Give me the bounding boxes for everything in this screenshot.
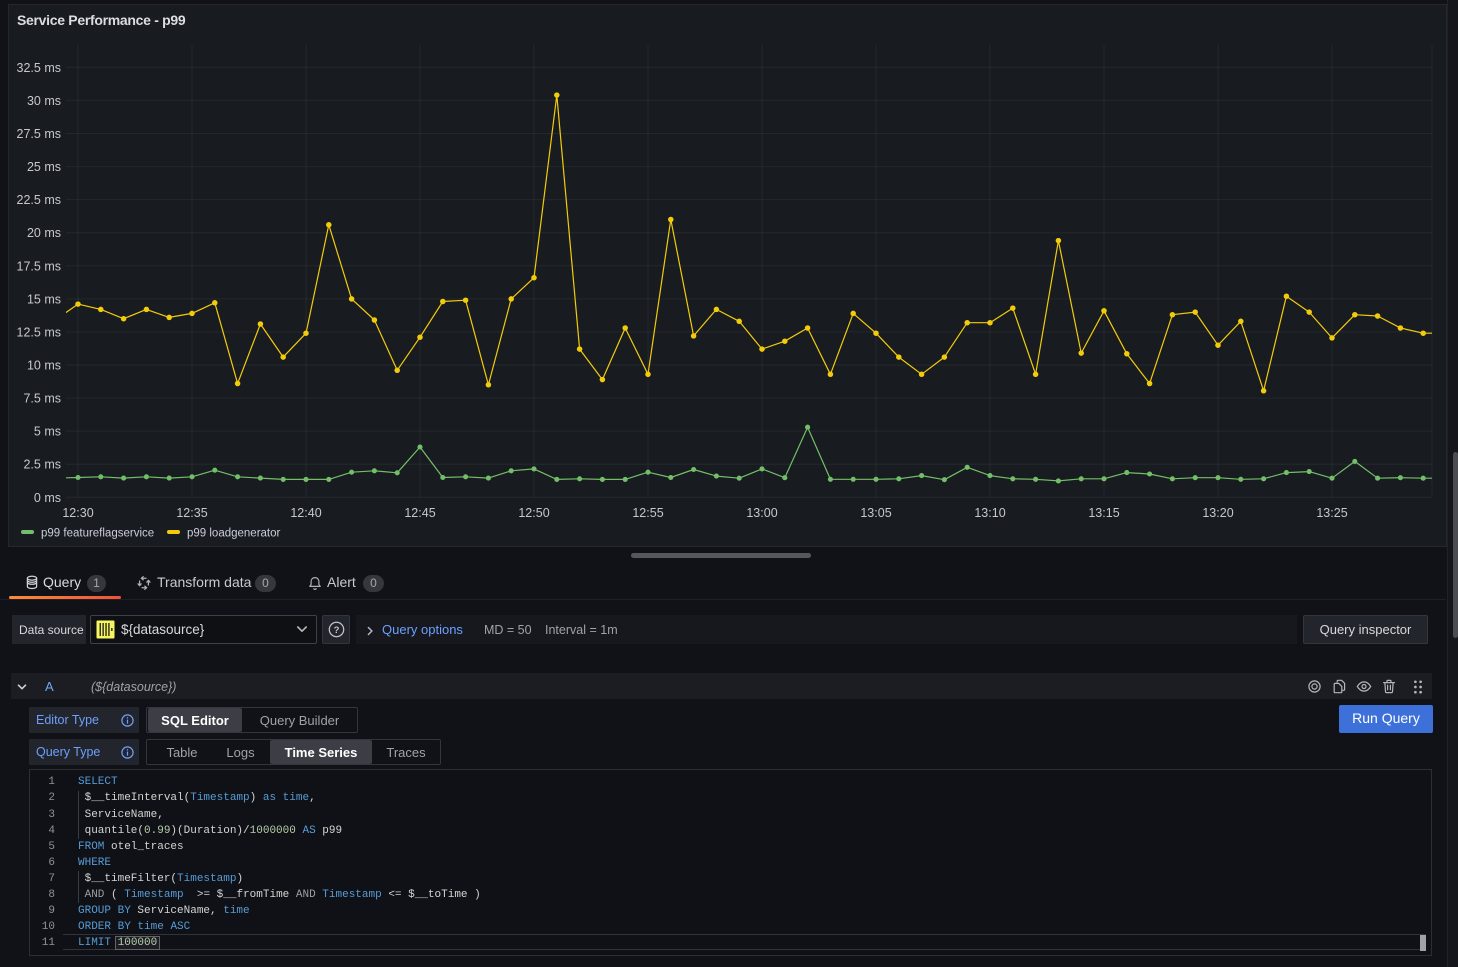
svg-text:13:15: 13:15 — [1088, 506, 1119, 520]
svg-text:22.5 ms: 22.5 ms — [17, 193, 61, 207]
svg-text:13:00: 13:00 — [746, 506, 777, 520]
svg-text:12:35: 12:35 — [176, 506, 207, 520]
svg-text:13:25: 13:25 — [1316, 506, 1347, 520]
svg-text:12.5 ms: 12.5 ms — [17, 325, 61, 339]
svg-text:15 ms: 15 ms — [27, 292, 61, 306]
svg-text:2.5 ms: 2.5 ms — [23, 458, 61, 472]
svg-text:p99 loadgenerator: p99 loadgenerator — [187, 528, 281, 540]
svg-text:27.5 ms: 27.5 ms — [17, 127, 61, 141]
svg-text:17.5 ms: 17.5 ms — [17, 259, 61, 273]
svg-text:0 ms: 0 ms — [34, 491, 61, 505]
svg-text:7.5 ms: 7.5 ms — [23, 392, 61, 406]
svg-text:12:55: 12:55 — [632, 506, 663, 520]
svg-text:12:45: 12:45 — [404, 506, 435, 520]
svg-text:20 ms: 20 ms — [27, 226, 61, 240]
svg-text:30 ms: 30 ms — [27, 94, 61, 108]
svg-text:13:10: 13:10 — [974, 506, 1005, 520]
svg-text:32.5 ms: 32.5 ms — [17, 61, 61, 75]
svg-text:12:30: 12:30 — [62, 506, 93, 520]
svg-text:13:05: 13:05 — [860, 506, 891, 520]
svg-text:12:50: 12:50 — [518, 506, 549, 520]
svg-text:13:20: 13:20 — [1202, 506, 1233, 520]
svg-text:12:40: 12:40 — [290, 506, 321, 520]
svg-text:10 ms: 10 ms — [27, 359, 61, 373]
svg-text:p99 featureflagservice: p99 featureflagservice — [41, 528, 154, 540]
svg-text:?: ? — [333, 625, 339, 636]
svg-text:25 ms: 25 ms — [27, 160, 61, 174]
svg-text:5 ms: 5 ms — [34, 425, 61, 439]
